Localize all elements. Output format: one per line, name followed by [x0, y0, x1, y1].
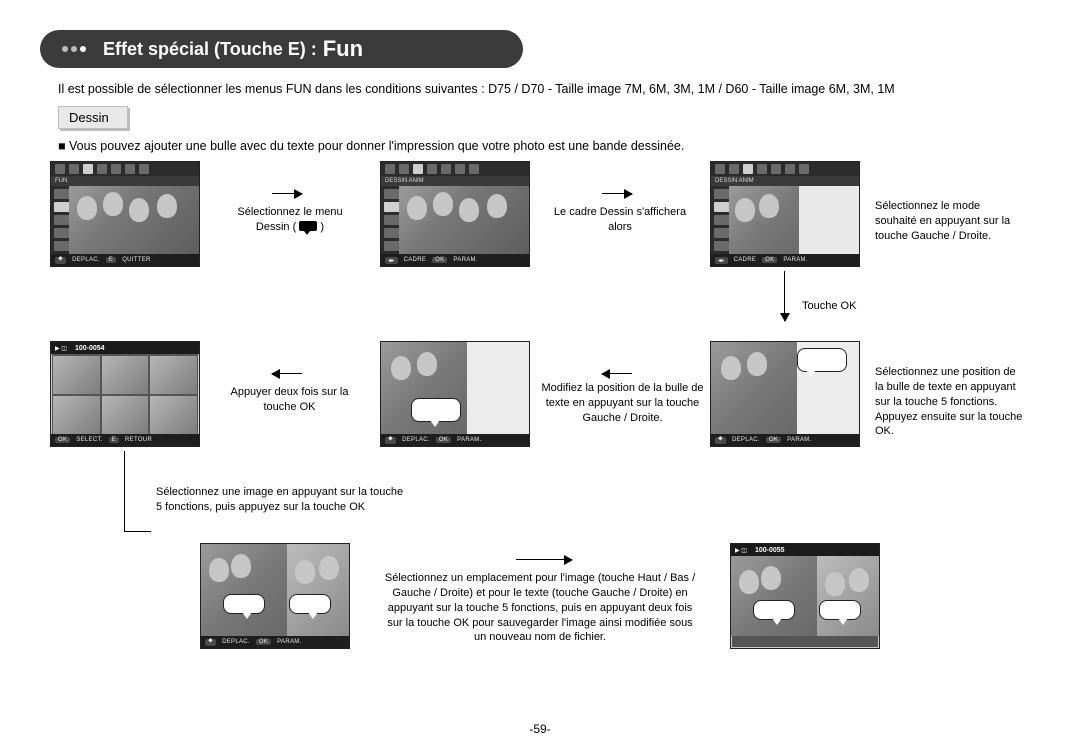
intro-text: Il est possible de sélectionner les menu…: [58, 82, 1040, 96]
caption-move-bubble: Modifiez la position de la bulle de text…: [535, 381, 710, 426]
lcd-subbar: DESSIN ANIM: [711, 176, 859, 186]
caption-select-bubble-pos: Sélectionnez une position de la bulle de…: [875, 365, 1050, 439]
lcd-step-2: DESSIN ANIM ◂▸CADRE OKPARAM.: [380, 161, 530, 267]
lcd-photo: [731, 556, 879, 636]
bullet-text: Vous pouvez ajouter une bulle avec du te…: [69, 139, 684, 153]
caption-step-3: Sélectionnez le mode souhaité en appuyan…: [875, 199, 1045, 244]
bullet-line: ■ Vous pouvez ajouter une bulle avec du …: [58, 139, 1040, 153]
caption-save-new-file: Sélectionnez un emplacement pour l'image…: [370, 571, 710, 645]
lcd-photo: [711, 342, 859, 434]
lcd-step-3: DESSIN ANIM ◂▸CADRE OKPARAM.: [710, 161, 860, 267]
corner-connector: [124, 451, 151, 532]
arrow-left-icon: [272, 373, 302, 374]
lcd-botbar: ◂▸CADRE OKPARAM.: [711, 254, 859, 266]
speech-bubble-icon: [299, 221, 317, 231]
page-number: -59-: [0, 722, 1080, 736]
speech-bubble: [753, 600, 795, 620]
lcd-botbar: ⯁DEPLAC. OKPARAM.: [711, 434, 859, 446]
arrow-right-icon: [516, 559, 572, 560]
lcd-topbar: ▶ ◫ 100-0054: [51, 342, 199, 354]
bullet-square-icon: ■: [58, 139, 69, 153]
speech-bubble: [819, 600, 861, 620]
lcd-subbar: DESSIN ANIM: [381, 176, 529, 186]
arrow-right-icon: [272, 193, 302, 194]
lcd-botbar: ⯁DEPLAC. OKPARAM.: [201, 636, 349, 648]
lcd-step-bubble-pos: ⯁DEPLAC. OKPARAM.: [710, 341, 860, 447]
arrow-left-icon: [602, 373, 632, 374]
lcd-photo: [381, 342, 529, 434]
page-title-sub: Fun: [323, 36, 363, 62]
title-decor-dots: [62, 46, 89, 52]
lcd-step-place-image: ⯁DEPLAC. OKPARAM.: [200, 543, 350, 649]
page-title-pill: Effet spécial (Touche E) : Fun: [40, 30, 523, 68]
lcd-botbar: ◂▸CADRE OKPARAM.: [381, 254, 529, 266]
lcd-topbar: ▶ ◫ 100-0055: [731, 544, 879, 556]
lcd-botbar: OKSELECT. ERETOUR: [51, 434, 199, 446]
page-title-main: Effet spécial (Touche E) :: [103, 39, 317, 60]
lcd-topbar: [51, 162, 199, 176]
manual-page: Effet spécial (Touche E) : Fun Il est po…: [0, 0, 1080, 746]
caption-touche-ok: Touche OK: [802, 299, 856, 314]
lcd-photo: [201, 544, 349, 636]
lcd-image-grid: [53, 356, 197, 434]
lcd-botbar: ⯁DEPLAC. EQUITTER: [51, 254, 199, 266]
lcd-topbar: [711, 162, 859, 176]
lcd-topbar: [381, 162, 529, 176]
caption-step-1: Sélectionnez le menu Dessin ( ): [210, 205, 370, 235]
speech-bubble: [223, 594, 265, 614]
speech-bubble: [289, 594, 331, 614]
caption-select-image: Sélectionnez une image en appuyant sur l…: [156, 485, 456, 515]
lcd-botbar: [731, 636, 879, 648]
lcd-subbar: FUN: [51, 176, 199, 186]
section-label-dessin: Dessin: [58, 106, 128, 129]
lcd-photo: [399, 186, 529, 254]
lcd-photo: [69, 186, 199, 254]
lcd-step-image-select: ▶ ◫ 100-0054 OKSELECT. ERETOUR: [50, 341, 200, 447]
speech-bubble: [411, 398, 461, 422]
lcd-photo: [729, 186, 859, 254]
caption-step-2: Le cadre Dessin s'afficheraalors: [540, 205, 700, 235]
caption-press-ok-twice: Appuyer deux fois sur latouche OK: [212, 385, 367, 415]
speech-bubble: [797, 348, 847, 372]
lcd-botbar: ⯁DEPLAC. OKPARAM.: [381, 434, 529, 446]
lcd-step-saved: ▶ ◫ 100-0055: [730, 543, 880, 649]
lcd-step-bubble-move: ⯁DEPLAC. OKPARAM.: [380, 341, 530, 447]
lcd-step-1: FUN ⯁DEPLAC. EQUITTER: [50, 161, 200, 267]
arrow-down-icon: [784, 271, 785, 321]
flow-diagram: FUN ⯁DEPLAC. EQUITTER DESSIN ANIM ◂▸CADR…: [40, 155, 1040, 675]
arrow-right-icon: [602, 193, 632, 194]
